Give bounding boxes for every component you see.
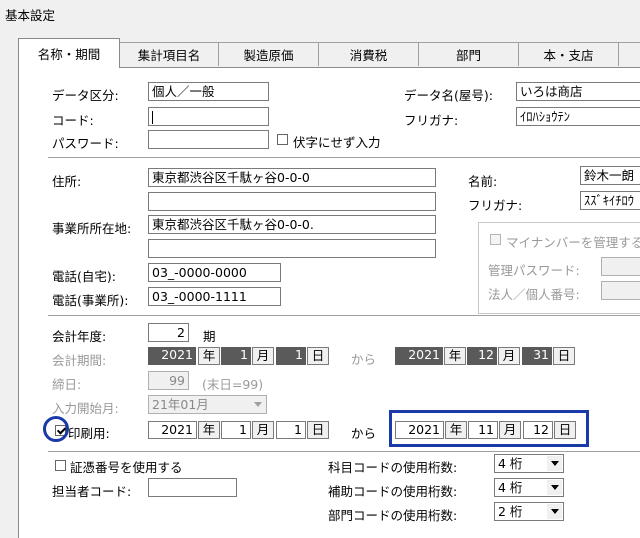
period-label: 会計期間:	[52, 353, 107, 368]
furigana-label: フリガナ:	[404, 113, 459, 128]
voucher-checkbox[interactable]	[55, 460, 66, 471]
admin-password-label: 管理パスワード:	[488, 263, 580, 278]
dept-digits-select[interactable]: 2 桁	[494, 502, 564, 521]
period-from-year[interactable]: 2021	[148, 347, 196, 365]
input-start-label: 入力開始月:	[52, 401, 119, 416]
admin-password-field[interactable]	[601, 257, 640, 276]
tel-home-field[interactable]: 03_-0000-0000	[148, 263, 281, 282]
print-label: 印刷用:	[68, 426, 110, 441]
period-to-year[interactable]: 2021	[395, 347, 443, 365]
tsuki-label: 月	[499, 421, 521, 439]
mynumber-label: マイナンバーを管理する	[506, 235, 640, 250]
print-to-year[interactable]: 2021	[395, 421, 444, 439]
hi-label: 日	[307, 421, 329, 439]
tab-department[interactable]: 部門	[418, 42, 519, 66]
tab-name-period[interactable]: 名称・期間	[18, 38, 120, 68]
highlight-circle	[43, 416, 69, 442]
data-kubun-field[interactable]: 個人／一般	[148, 82, 269, 101]
person-code-field[interactable]	[148, 478, 237, 497]
office-address-label: 事業所所在地:	[52, 221, 132, 236]
tab-strip: 名称・期間 集計項目名 製造原価 消費税 部門 本・支店	[18, 38, 640, 68]
period-from-month[interactable]: 1	[221, 347, 251, 365]
chevron-down-icon	[547, 480, 562, 495]
code-field[interactable]	[148, 107, 269, 126]
divider-1	[48, 157, 640, 159]
fuseji-checkbox[interactable]	[277, 134, 288, 145]
fuseji-label: 伏字にせず入力	[293, 135, 381, 150]
closing-field[interactable]: 99	[148, 371, 189, 390]
period-from-day[interactable]: 1	[276, 347, 306, 365]
account-digits-select[interactable]: 4 桁	[494, 454, 564, 473]
chevron-down-icon	[547, 456, 562, 471]
hi-label: 日	[554, 421, 576, 439]
nen-label: 年	[198, 347, 220, 365]
tab-overflow[interactable]	[618, 42, 640, 66]
window-title: 基本設定	[5, 8, 56, 23]
tab-aggregate-items[interactable]: 集計項目名	[119, 42, 219, 66]
tab-consumption-tax[interactable]: 消費税	[318, 42, 419, 66]
name-furigana-field[interactable]: ｽｽﾞｷｲﾁﾛｳ	[580, 191, 640, 210]
address-label: 住所:	[52, 174, 82, 189]
address-field-2[interactable]	[148, 192, 436, 211]
tsuki-label: 月	[498, 347, 520, 365]
hi-label: 日	[553, 347, 575, 365]
tab-branch[interactable]: 本・支店	[518, 42, 619, 66]
name-label: 名前:	[468, 174, 498, 189]
print-from-day[interactable]: 1	[276, 421, 306, 439]
chevron-down-icon	[547, 504, 562, 519]
data-name-field[interactable]: いろは商店	[516, 82, 640, 101]
divider-2	[48, 315, 640, 317]
tel-office-field[interactable]: 03_-0000-1111	[148, 287, 281, 306]
furigana-field[interactable]: ｲﾛﾊｼｮｳﾃﾝ	[516, 107, 640, 126]
nen-label: 年	[444, 347, 466, 365]
tel-office-label: 電話(事業所):	[52, 293, 129, 308]
period-to-month[interactable]: 12	[467, 347, 497, 365]
tel-home-label: 電話(自宅):	[52, 269, 116, 284]
nen-label: 年	[198, 421, 220, 439]
period-to-day[interactable]: 31	[522, 347, 552, 365]
fiscal-year-field[interactable]: 2	[148, 323, 189, 342]
password-field[interactable]	[148, 130, 269, 149]
mynumber-checkbox[interactable]	[490, 234, 501, 245]
password-label: パスワード:	[52, 136, 119, 151]
corp-number-label: 法人／個人番号:	[488, 287, 580, 302]
closing-label: 締日:	[52, 377, 82, 392]
code-label: コード:	[52, 113, 94, 128]
period-kara: から	[351, 352, 377, 367]
print-from-month[interactable]: 1	[221, 421, 251, 439]
hi-label: 日	[307, 347, 329, 365]
voucher-label: 証憑番号を使用する	[70, 460, 183, 475]
tsuki-label: 月	[252, 347, 274, 365]
print-from-year[interactable]: 2021	[148, 421, 197, 439]
account-digits-label: 科目コードの使用桁数:	[328, 460, 458, 475]
name-field[interactable]: 鈴木一朗	[580, 166, 640, 185]
chevron-down-icon	[250, 397, 265, 412]
tab-manufacturing-cost[interactable]: 製造原価	[218, 42, 319, 66]
dept-digits-label: 部門コードの使用桁数:	[328, 508, 458, 523]
person-code-label: 担当者コード:	[52, 484, 132, 499]
office-address-field-2[interactable]	[148, 239, 436, 258]
divider-3	[48, 451, 640, 453]
data-kubun-label: データ区分:	[52, 88, 119, 103]
sub-digits-label: 補助コードの使用桁数:	[328, 484, 458, 499]
sub-digits-select[interactable]: 4 桁	[494, 478, 564, 497]
print-to-month[interactable]: 11	[468, 421, 498, 439]
address-field-1[interactable]: 東京都渋谷区千駄ヶ谷0-0-0	[148, 168, 436, 187]
print-kara: から	[351, 426, 377, 441]
name-furigana-label: フリガナ:	[468, 198, 523, 213]
fiscal-year-unit: 期	[203, 329, 216, 344]
data-name-label: データ名(屋号):	[404, 88, 493, 103]
tsuki-label: 月	[252, 421, 274, 439]
print-to-day[interactable]: 12	[523, 421, 553, 439]
input-start-select[interactable]: 21年01月	[148, 395, 267, 414]
corp-number-field[interactable]	[601, 281, 640, 300]
fiscal-year-label: 会計年度:	[52, 329, 107, 344]
closing-note: (末日=99)	[202, 377, 264, 392]
nen-label: 年	[445, 421, 467, 439]
office-address-field-1[interactable]: 東京都渋谷区千駄ヶ谷0-0-0.	[148, 215, 436, 234]
